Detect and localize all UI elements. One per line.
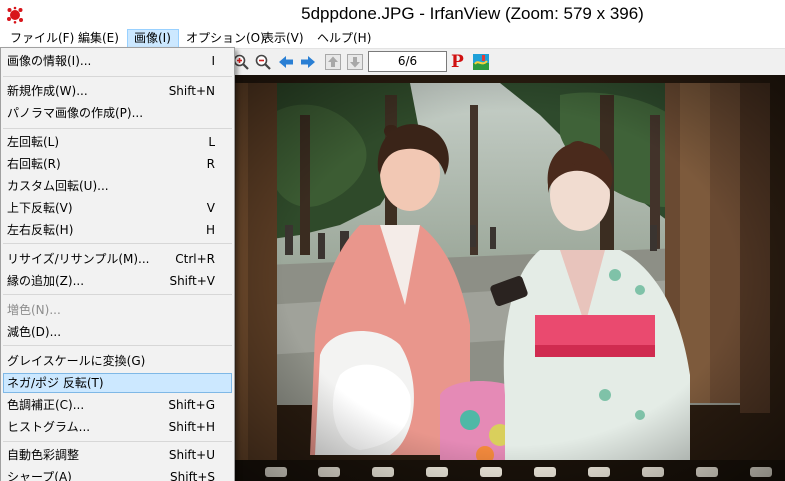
menu-help[interactable]: ヘルプ(H) <box>311 29 377 48</box>
menu-item-flip-vertical[interactable]: 上下反転(V) V <box>3 198 232 218</box>
arrow-down-disabled-icon[interactable] <box>346 53 364 71</box>
paint-icon[interactable] <box>472 53 490 71</box>
menu-item-decrease-colors[interactable]: 減色(D)... <box>3 322 232 342</box>
menu-item-add-border[interactable]: 縁の追加(Z)... Shift+V <box>3 271 232 291</box>
window-title: 5dppdone.JPG - IrfanView (Zoom: 579 x 39… <box>301 4 644 23</box>
menu-item-sharpen[interactable]: シャープ(A) Shift+S <box>3 467 232 481</box>
menu-item-custom-rotate[interactable]: カスタム回転(U)... <box>3 176 232 196</box>
menu-item-image-info[interactable]: 画像の情報(I)... I <box>3 51 232 71</box>
title-bar[interactable]: 5dppdone.JPG - IrfanView (Zoom: 579 x 39… <box>0 0 785 30</box>
menu-view[interactable]: 表示(V) <box>256 29 310 48</box>
menu-item-flip-horizontal[interactable]: 左右反転(H) H <box>3 220 232 240</box>
menu-item-rotate-right[interactable]: 右回転(R) R <box>3 154 232 174</box>
menu-item-new[interactable]: 新規作成(W)... Shift+N <box>3 81 232 101</box>
irfanview-window: 5dppdone.JPG - IrfanView (Zoom: 579 x 39… <box>0 0 785 481</box>
menu-item-auto-color[interactable]: 自動色彩調整 Shift+U <box>3 445 232 465</box>
menu-image[interactable]: 画像(I) <box>127 29 179 48</box>
menu-item-panorama[interactable]: パノラマ画像の作成(P)... <box>3 103 232 123</box>
menu-separator <box>3 243 232 244</box>
zoom-out-icon[interactable] <box>254 53 272 71</box>
page-counter-field[interactable]: 6/6 <box>368 51 447 72</box>
p-icon[interactable]: P <box>451 51 464 73</box>
menu-item-resize[interactable]: リサイズ/リサンプル(M)... Ctrl+R <box>3 249 232 269</box>
menu-separator <box>3 345 232 346</box>
menu-separator <box>3 128 232 129</box>
menu-bar: ファイル(F) 編集(E) 画像(I) オプション(O) 表示(V) ヘルプ(H… <box>0 29 785 49</box>
menu-edit[interactable]: 編集(E) <box>72 29 125 48</box>
image-menu-dropdown: 画像の情報(I)... I 新規作成(W)... Shift+N パノラマ画像の… <box>0 47 235 481</box>
menu-item-rotate-left[interactable]: 左回転(L) L <box>3 132 232 152</box>
menu-separator <box>3 441 232 442</box>
arrow-right-icon[interactable] <box>299 53 317 71</box>
menu-file[interactable]: ファイル(F) <box>4 29 80 48</box>
menu-item-color-correction[interactable]: 色調補正(C)... Shift+G <box>3 395 232 415</box>
menu-item-increase-colors: 増色(N)... <box>7 303 61 317</box>
menu-item-grayscale[interactable]: グレイスケールに変換(G) <box>3 351 232 371</box>
arrow-left-icon[interactable] <box>277 53 295 71</box>
menu-separator <box>3 294 232 295</box>
menu-separator <box>3 76 232 77</box>
menu-item-negative[interactable]: ネガ/ポジ 反転(T) <box>3 373 232 393</box>
arrow-up-disabled-icon[interactable] <box>324 53 342 71</box>
menu-item-histogram[interactable]: ヒストグラム... Shift+H <box>3 417 232 437</box>
